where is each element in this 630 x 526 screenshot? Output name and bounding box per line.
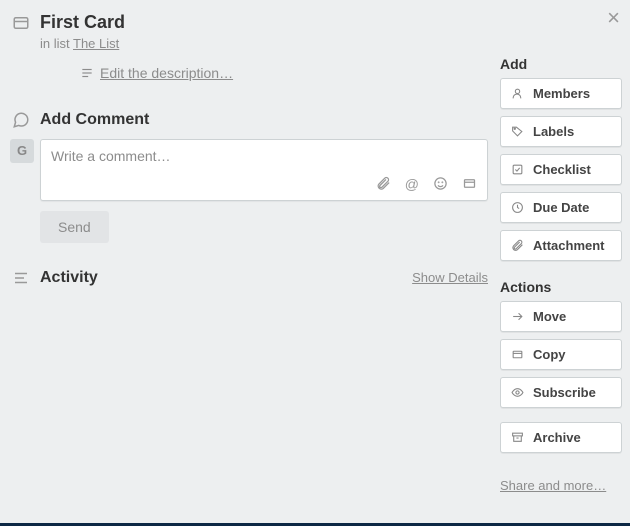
card-attach-icon[interactable] bbox=[462, 176, 477, 192]
person-icon bbox=[511, 87, 525, 100]
activity-heading: Activity bbox=[40, 269, 98, 287]
attachment-label: Attachment bbox=[533, 238, 605, 253]
checklist-icon bbox=[511, 163, 525, 176]
comment-input[interactable]: Write a comment… @ bbox=[40, 139, 488, 201]
labels-label: Labels bbox=[533, 124, 574, 139]
mention-icon[interactable]: @ bbox=[405, 176, 419, 192]
comment-icon bbox=[12, 111, 30, 129]
arrow-right-icon bbox=[511, 310, 525, 323]
attachment-button[interactable]: Attachment bbox=[500, 230, 622, 261]
card-title[interactable]: First Card bbox=[40, 12, 488, 34]
subscribe-button[interactable]: Subscribe bbox=[500, 377, 622, 408]
due-date-label: Due Date bbox=[533, 200, 589, 215]
members-button[interactable]: Members bbox=[500, 78, 622, 109]
archive-button[interactable]: Archive bbox=[500, 422, 622, 453]
eye-icon bbox=[511, 386, 525, 399]
activity-icon bbox=[12, 269, 30, 287]
actions-heading: Actions bbox=[500, 279, 622, 295]
checklist-label: Checklist bbox=[533, 162, 591, 177]
add-comment-heading: Add Comment bbox=[40, 111, 488, 129]
tag-icon bbox=[511, 125, 525, 138]
close-icon[interactable]: × bbox=[607, 5, 620, 31]
card-icon bbox=[12, 14, 30, 32]
members-label: Members bbox=[533, 86, 590, 101]
edit-description-row[interactable]: Edit the description… bbox=[80, 65, 233, 81]
attach-icon[interactable] bbox=[376, 176, 391, 192]
emoji-icon[interactable] bbox=[433, 176, 448, 192]
description-icon bbox=[80, 66, 94, 80]
show-details-link[interactable]: Show Details bbox=[412, 270, 488, 285]
archive-label: Archive bbox=[533, 430, 581, 445]
add-heading: Add bbox=[500, 56, 622, 72]
share-more-link[interactable]: Share and more… bbox=[500, 478, 606, 493]
move-button[interactable]: Move bbox=[500, 301, 622, 332]
copy-icon bbox=[511, 348, 525, 361]
list-link[interactable]: The List bbox=[73, 36, 119, 51]
avatar[interactable]: G bbox=[10, 139, 34, 163]
checklist-button[interactable]: Checklist bbox=[500, 154, 622, 185]
send-button[interactable]: Send bbox=[40, 211, 109, 243]
paperclip-icon bbox=[511, 239, 525, 252]
copy-button[interactable]: Copy bbox=[500, 339, 622, 370]
move-label: Move bbox=[533, 309, 566, 324]
due-date-button[interactable]: Due Date bbox=[500, 192, 622, 223]
card-list-line: in list The List bbox=[40, 36, 488, 51]
copy-label: Copy bbox=[533, 347, 566, 362]
comment-placeholder: Write a comment… bbox=[51, 148, 171, 164]
archive-icon bbox=[511, 431, 525, 444]
labels-button[interactable]: Labels bbox=[500, 116, 622, 147]
subscribe-label: Subscribe bbox=[533, 385, 596, 400]
edit-description-link[interactable]: Edit the description… bbox=[100, 65, 233, 81]
clock-icon bbox=[511, 201, 525, 214]
